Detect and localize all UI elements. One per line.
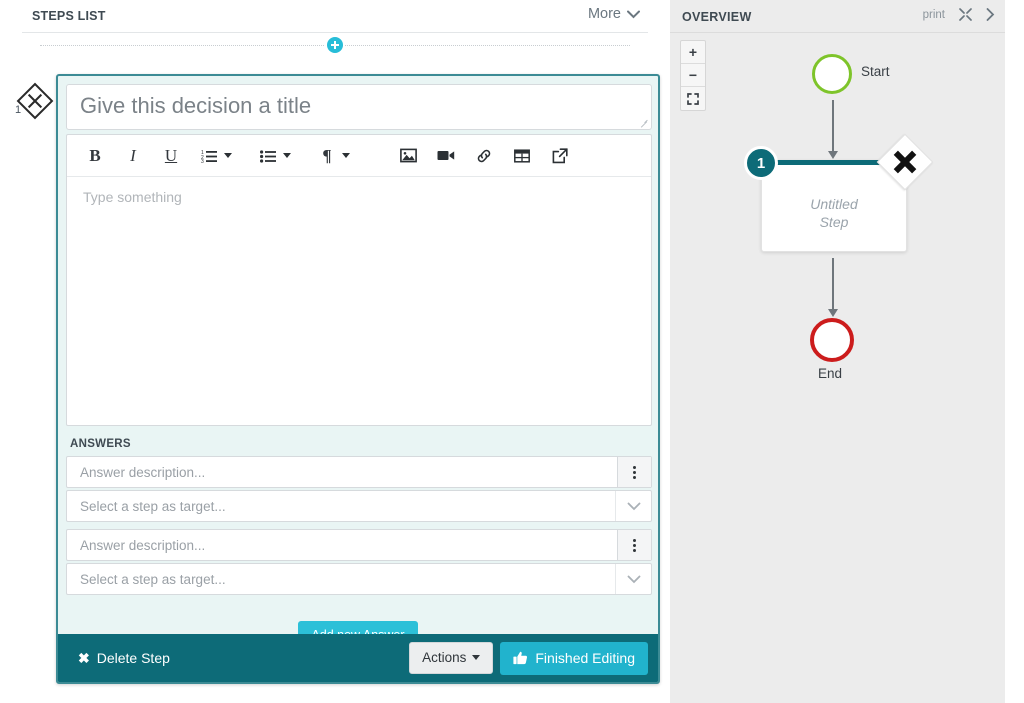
thumbs-up-icon — [513, 651, 528, 665]
expand-fullscreen-icon[interactable] — [959, 8, 972, 21]
answer-description-row: Answer description... — [66, 456, 652, 488]
more-label: More — [587, 6, 621, 22]
connector-step-to-end — [828, 258, 838, 317]
diagram-step-label: Untitled Step — [762, 195, 906, 231]
answer-target-select[interactable]: Select a step as target... — [66, 490, 652, 522]
delete-step-label: Delete Step — [96, 650, 170, 666]
footer-actions: Actions Finished Editing — [409, 641, 648, 675]
editor-placeholder: Type something — [83, 189, 182, 205]
chevron-right-icon[interactable] — [986, 8, 995, 21]
overview-header: OVERVIEW print — [670, 0, 1005, 33]
diagram-step-number-badge[interactable]: 1 — [744, 146, 778, 180]
rich-text-editor: B I U 1 2 3 ¶ Type something — [66, 134, 652, 426]
steps-list-header: STEPS LIST More — [22, 0, 648, 33]
end-node-label: End — [818, 366, 843, 381]
finished-editing-label: Finished Editing — [535, 649, 635, 666]
vertical-dots-icon — [633, 538, 636, 552]
zoom-out-button[interactable]: − — [681, 64, 705, 87]
steps-list-panel: STEPS LIST More 1 Give this decision a t… — [0, 0, 670, 703]
step-number-label: 1 — [15, 104, 22, 116]
paragraph-format-group: ¶ — [315, 142, 362, 170]
svg-text:3: 3 — [201, 159, 204, 163]
answer-target-select[interactable]: Select a step as target... — [66, 563, 652, 595]
textarea-resize-handle[interactable] — [639, 118, 649, 128]
page-title: STEPS LIST — [32, 9, 106, 23]
overview-title: OVERVIEW — [682, 10, 752, 24]
zoom-in-button[interactable]: + — [681, 41, 705, 64]
card-footer: ✖ Delete Step Actions Finished Editing — [58, 634, 658, 682]
answer-description-input[interactable]: Answer description... — [67, 530, 617, 560]
chevron-down-icon[interactable] — [615, 564, 651, 594]
chevron-down-icon[interactable] — [615, 491, 651, 521]
step-gutter-decision-icon: 1 — [14, 82, 58, 128]
ordered-list-dropdown-caret[interactable] — [224, 153, 232, 158]
editor-toolbar: B I U 1 2 3 ¶ — [67, 135, 651, 177]
insert-video-icon[interactable] — [434, 142, 458, 170]
fit-to-screen-button[interactable] — [681, 87, 705, 110]
end-node[interactable] — [810, 318, 854, 362]
actions-dropdown-button[interactable]: Actions — [409, 642, 494, 674]
actions-label: Actions — [422, 650, 467, 665]
italic-button[interactable]: I — [121, 142, 145, 170]
embed-external-icon[interactable] — [548, 142, 572, 170]
start-node-label: Start — [861, 64, 890, 79]
answer-options-button[interactable] — [617, 457, 651, 487]
answers-section-label: ANSWERS — [70, 438, 131, 450]
vertical-dots-icon — [633, 465, 636, 479]
bold-button[interactable]: B — [83, 142, 107, 170]
answer-target-placeholder: Select a step as target... — [80, 498, 226, 514]
overview-header-actions: print — [923, 8, 995, 21]
paragraph-format-dropdown-caret[interactable] — [342, 153, 350, 158]
unordered-list-icon[interactable] — [256, 142, 280, 170]
insert-image-icon[interactable] — [396, 142, 420, 170]
add-step-rail — [22, 37, 648, 53]
print-button[interactable]: print — [923, 9, 945, 21]
insert-table-icon[interactable] — [510, 142, 534, 170]
answer-group: Answer description... Select a step as t… — [66, 529, 652, 595]
chevron-down-icon — [627, 10, 640, 19]
diagram-step-label-line2: Step — [819, 214, 849, 230]
app-root: STEPS LIST More 1 Give this decision a t… — [0, 0, 1024, 703]
decision-step-card: Give this decision a title B I U 1 2 3 ¶… — [56, 74, 660, 684]
paragraph-format-icon[interactable]: ¶ — [315, 142, 339, 170]
ordered-list-icon[interactable]: 1 2 3 — [197, 142, 221, 170]
answer-target-placeholder: Select a step as target... — [80, 571, 226, 587]
answer-description-row: Answer description... — [66, 529, 652, 561]
start-node[interactable] — [812, 54, 852, 94]
caret-down-icon — [472, 655, 481, 660]
answer-options-button[interactable] — [617, 530, 651, 560]
more-button[interactable]: More — [588, 6, 640, 22]
connector-start-to-step — [828, 100, 838, 159]
delete-step-button[interactable]: ✖ Delete Step — [78, 650, 170, 666]
diagram-decision-x-icon — [885, 142, 925, 182]
underline-button[interactable]: U — [159, 142, 183, 170]
zoom-controls: + − — [680, 40, 706, 111]
finished-editing-button[interactable]: Finished Editing — [500, 641, 648, 675]
decision-x-icon — [22, 88, 48, 114]
answer-group: Answer description... Select a step as t… — [66, 456, 652, 522]
add-step-button[interactable] — [327, 37, 343, 53]
answer-description-input[interactable]: Answer description... — [67, 457, 617, 487]
step-title-field[interactable]: Give this decision a title — [66, 84, 652, 130]
close-icon: ✖ — [78, 650, 90, 666]
insert-link-icon[interactable] — [472, 142, 496, 170]
editor-content-area[interactable]: Type something — [67, 177, 651, 425]
step-title-placeholder: Give this decision a title — [80, 93, 312, 118]
unordered-list-dropdown-caret[interactable] — [283, 153, 291, 158]
ordered-list-group: 1 2 3 — [197, 142, 244, 170]
diagram-step-label-line1: Untitled — [810, 196, 858, 212]
unordered-list-group — [256, 142, 303, 170]
